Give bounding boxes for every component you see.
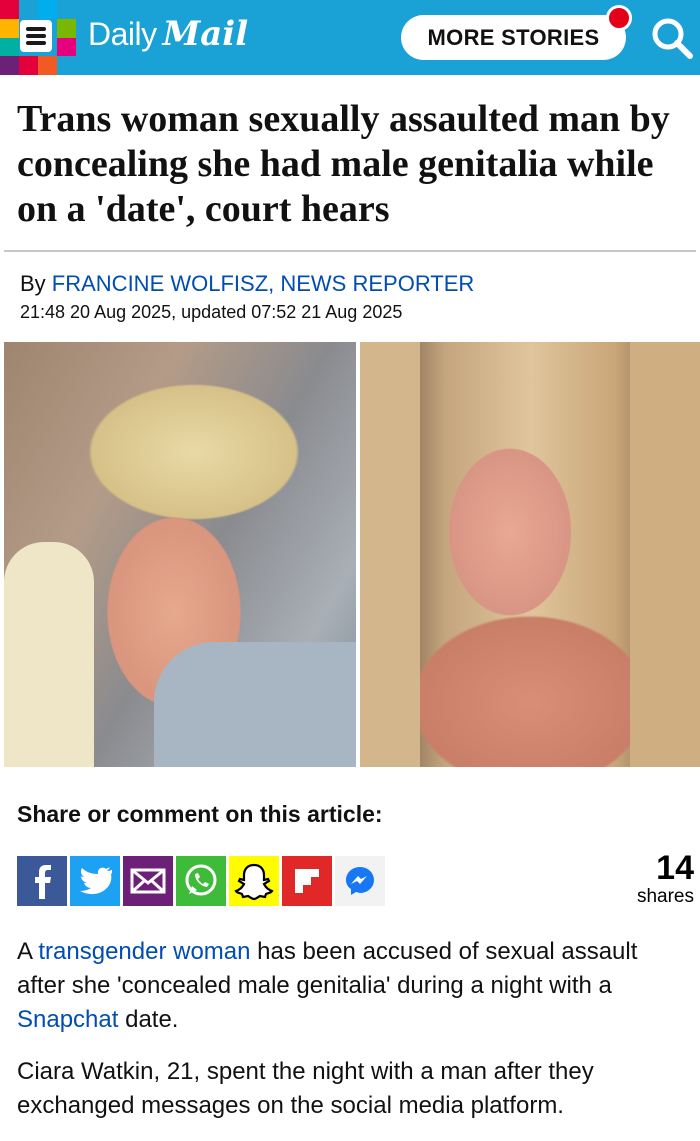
byline: By FRANCINE WOLFISZ, NEWS REPORTER <box>20 271 474 297</box>
article-headline: Trans woman sexually assaulted man by co… <box>17 98 670 230</box>
share-buttons <box>17 856 385 906</box>
menu-tile <box>0 56 19 75</box>
more-stories-button[interactable]: MORE STORIES <box>401 15 626 60</box>
menu-button[interactable] <box>0 0 76 75</box>
search-icon[interactable] <box>650 16 694 60</box>
share-title: Share or comment on this article: <box>17 801 383 827</box>
top-bar: Daily Mail MORE STORIES <box>0 0 700 75</box>
logo-mail: Mail <box>162 14 249 54</box>
menu-icon <box>20 20 52 52</box>
logo-daily: Daily <box>88 16 157 52</box>
article-paragraph: Ciara Watkin, 21, spent the night with a… <box>17 1058 594 1119</box>
menu-tile <box>57 18 76 38</box>
email-icon[interactable] <box>123 856 173 906</box>
menu-tile <box>0 37 19 57</box>
notification-dot <box>606 5 632 31</box>
transgender-link[interactable]: transgender woman <box>38 938 250 965</box>
share-count: 14 shares <box>637 850 694 908</box>
article-photo-left[interactable] <box>4 342 356 767</box>
site-logo[interactable]: Daily Mail <box>88 14 248 60</box>
snapchat-link[interactable]: Snapchat <box>17 1006 118 1033</box>
menu-tile <box>19 56 38 75</box>
whatsapp-icon[interactable] <box>176 856 226 906</box>
flipboard-icon[interactable] <box>282 856 332 906</box>
menu-tile <box>38 0 57 19</box>
article-photo-right[interactable] <box>360 342 700 767</box>
paragraph-text: A <box>17 938 39 965</box>
snapchat-icon[interactable] <box>229 856 279 906</box>
dateline: 21:48 20 Aug 2025, updated 07:52 21 Aug … <box>20 302 403 322</box>
menu-tile <box>57 56 76 75</box>
facebook-icon[interactable] <box>17 856 67 906</box>
share-count-label: shares <box>636 886 694 907</box>
author-link[interactable]: FRANCINE WOLFISZ, NEWS REPORTER <box>52 271 475 296</box>
twitter-icon[interactable] <box>70 856 120 906</box>
byline-prefix: By <box>20 271 52 296</box>
menu-tile <box>38 56 57 75</box>
menu-tile <box>57 37 76 57</box>
menu-tile <box>0 18 19 38</box>
divider <box>4 250 696 252</box>
article-paragraph: A transgender woman has been accused of … <box>17 935 687 1037</box>
menu-tile <box>0 0 19 19</box>
messenger-icon[interactable] <box>335 856 385 906</box>
paragraph-text: date. <box>118 1006 179 1033</box>
menu-tile <box>19 0 38 19</box>
share-count-number: 14 <box>656 849 694 887</box>
menu-tile <box>57 0 76 19</box>
